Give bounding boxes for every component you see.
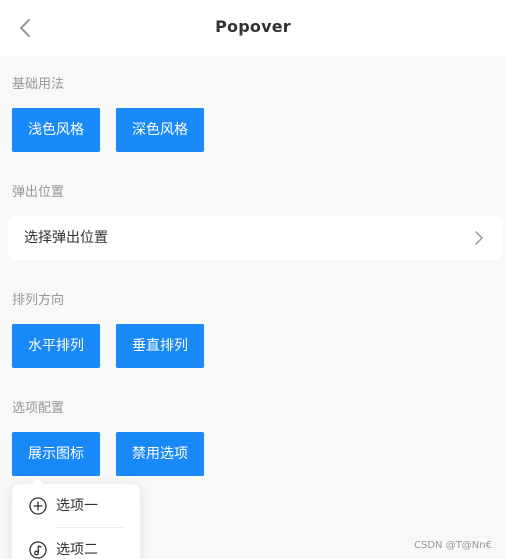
page: Popover 基础用法 浅色风格 深色风格 弹出位置 选择弹出位置 排列方向 … — [0, 0, 506, 559]
disable-option-button[interactable]: 禁用选项 — [116, 432, 204, 476]
select-placement-cell[interactable]: 选择弹出位置 — [8, 216, 503, 260]
watermark: CSDN @T@Nn€ — [414, 540, 492, 551]
popover-option-1[interactable]: 选项一 — [12, 484, 140, 528]
vertical-layout-button[interactable]: 垂直排列 — [116, 324, 204, 368]
popover-option-2[interactable]: 选项二 — [12, 528, 140, 559]
light-style-button[interactable]: 浅色风格 — [12, 108, 100, 152]
section-title-direction: 排列方向 — [12, 293, 65, 308]
nav-bar: Popover — [0, 0, 506, 56]
section-title-options: 选项配置 — [12, 401, 65, 416]
show-icon-button[interactable]: 展示图标 — [12, 432, 100, 476]
add-circle-icon — [28, 496, 48, 516]
popover-option-label: 选项一 — [56, 498, 98, 514]
dark-style-button[interactable]: 深色风格 — [116, 108, 204, 152]
chevron-right-icon — [471, 230, 487, 246]
section-title-basic: 基础用法 — [12, 77, 65, 92]
section-title-placement: 弹出位置 — [12, 185, 65, 200]
music-icon — [28, 540, 48, 559]
popover-option-label: 选项二 — [56, 542, 98, 558]
page-title: Popover — [215, 17, 291, 36]
popover-menu: 选项一 选项二 — [12, 478, 140, 559]
cell-label: 选择弹出位置 — [24, 230, 108, 246]
horizontal-layout-button[interactable]: 水平排列 — [12, 324, 100, 368]
